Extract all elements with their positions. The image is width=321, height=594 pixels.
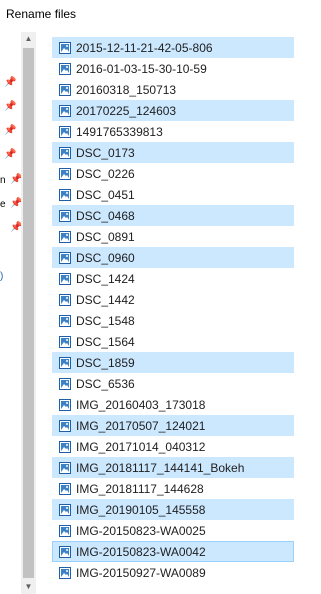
file-name: IMG_20171014_040312: [76, 439, 206, 454]
file-name: DSC_0451: [76, 187, 135, 202]
image-file-icon: [59, 440, 71, 453]
image-file-icon: [59, 398, 71, 411]
file-row[interactable]: IMG-20150823-WA0042: [52, 541, 294, 562]
file-row[interactable]: DSC_1548: [52, 310, 294, 331]
image-file-icon: [59, 293, 71, 306]
file-name: IMG_20160403_173018: [76, 397, 206, 412]
file-name: 20160318_150713: [76, 82, 177, 97]
file-name: DSC_6536: [76, 376, 135, 391]
file-row[interactable]: DSC_0960: [52, 247, 294, 268]
nav-item-fragment[interactable]: e: [0, 200, 6, 210]
file-row[interactable]: DSC_1424: [52, 268, 294, 289]
pin-icon[interactable]: 📌: [10, 199, 22, 209]
file-row[interactable]: 2016-01-03-15-30-10-59: [52, 58, 294, 79]
file-name: DSC_0468: [76, 208, 135, 223]
pin-icon[interactable]: 📌: [4, 150, 16, 160]
file-row[interactable]: IMG_20160403_173018: [52, 394, 294, 415]
file-row[interactable]: IMG-20150823-WA0025: [52, 520, 294, 541]
image-file-icon: [59, 524, 71, 537]
file-name: 2016-01-03-15-30-10-59: [76, 61, 207, 76]
image-file-icon: [59, 41, 71, 54]
pin-icon[interactable]: 📌: [4, 78, 16, 88]
file-name: DSC_0960: [76, 250, 135, 265]
file-row[interactable]: IMG_20171014_040312: [52, 436, 294, 457]
image-file-icon: [59, 272, 71, 285]
image-file-icon: [59, 167, 71, 180]
image-file-icon: [59, 83, 71, 96]
nav-item-fragment[interactable]: n: [0, 176, 6, 186]
image-file-icon: [59, 104, 71, 117]
file-row[interactable]: IMG_20190105_145558: [52, 499, 294, 520]
file-row[interactable]: IMG-20150927-WA0089: [52, 562, 294, 583]
file-row[interactable]: DSC_0891: [52, 226, 294, 247]
file-name: DSC_1859: [76, 355, 135, 370]
image-file-icon: [59, 62, 71, 75]
image-file-icon: [59, 251, 71, 264]
file-name: IMG_20181117_144141_Bokeh: [76, 460, 245, 475]
file-row[interactable]: 2015-12-11-21-42-05-806: [52, 37, 294, 58]
image-file-icon: [59, 230, 71, 243]
file-row[interactable]: DSC_0226: [52, 163, 294, 184]
file-row[interactable]: IMG_20181117_144141_Bokeh: [52, 457, 294, 478]
navigation-pane: 📌 📌 📌 📌 n 📌 e 📌 📌 ): [0, 32, 22, 594]
file-row[interactable]: 20160318_150713: [52, 79, 294, 100]
file-name: DSC_1442: [76, 292, 135, 307]
image-file-icon: [59, 545, 71, 558]
file-name: DSC_0891: [76, 229, 135, 244]
file-name: DSC_0226: [76, 166, 135, 181]
scroll-down-icon[interactable]: ▼: [21, 580, 36, 594]
file-name: 1491765339813: [76, 124, 163, 139]
file-row[interactable]: DSC_0173: [52, 142, 294, 163]
file-list: 2015-12-11-21-42-05-806 2016-01-03-15-30-…: [52, 37, 296, 583]
window-title: Rename files: [6, 7, 77, 21]
file-row[interactable]: IMG_20170507_124021: [52, 415, 294, 436]
image-file-icon: [59, 377, 71, 390]
image-file-icon: [59, 356, 71, 369]
title-bar: Rename files: [0, 0, 321, 30]
file-row[interactable]: 1491765339813: [52, 121, 294, 142]
image-file-icon: [59, 125, 71, 138]
image-file-icon: [59, 188, 71, 201]
scroll-up-icon[interactable]: ▲: [21, 32, 36, 46]
file-name: DSC_1548: [76, 313, 135, 328]
file-name: IMG-20150823-WA0042: [76, 544, 206, 559]
image-file-icon: [59, 209, 71, 222]
pin-icon[interactable]: 📌: [4, 126, 16, 136]
nav-scrollbar-thumb[interactable]: [23, 48, 34, 578]
pin-icon[interactable]: 📌: [10, 223, 22, 233]
file-name: DSC_0173: [76, 145, 135, 160]
image-file-icon: [59, 335, 71, 348]
file-name: 20170225_124603: [76, 103, 177, 118]
file-row[interactable]: 20170225_124603: [52, 100, 294, 121]
file-name: IMG_20181117_144628: [76, 481, 204, 496]
nav-item-fragment[interactable]: ): [0, 272, 3, 282]
file-row[interactable]: DSC_0451: [52, 184, 294, 205]
file-row[interactable]: IMG_20181117_144628: [52, 478, 294, 499]
image-file-icon: [59, 461, 71, 474]
image-file-icon: [59, 566, 71, 579]
file-row[interactable]: DSC_1442: [52, 289, 294, 310]
file-name: DSC_1564: [76, 334, 135, 349]
file-row[interactable]: DSC_1564: [52, 331, 294, 352]
file-name: IMG-20150823-WA0025: [76, 523, 206, 538]
image-file-icon: [59, 503, 71, 516]
file-name: IMG_20170507_124021: [76, 418, 206, 433]
image-file-icon: [59, 314, 71, 327]
pin-icon[interactable]: 📌: [4, 102, 16, 112]
file-name: DSC_1424: [76, 271, 135, 286]
file-name: IMG-20150927-WA0089: [76, 565, 206, 580]
file-row[interactable]: DSC_1859: [52, 352, 294, 373]
file-row[interactable]: DSC_0468: [52, 205, 294, 226]
pin-icon[interactable]: 📌: [10, 175, 22, 185]
image-file-icon: [59, 482, 71, 495]
file-row[interactable]: DSC_6536: [52, 373, 294, 394]
file-name: 2015-12-11-21-42-05-806: [76, 40, 213, 55]
image-file-icon: [59, 419, 71, 432]
file-name: IMG_20190105_145558: [76, 502, 206, 517]
image-file-icon: [59, 146, 71, 159]
